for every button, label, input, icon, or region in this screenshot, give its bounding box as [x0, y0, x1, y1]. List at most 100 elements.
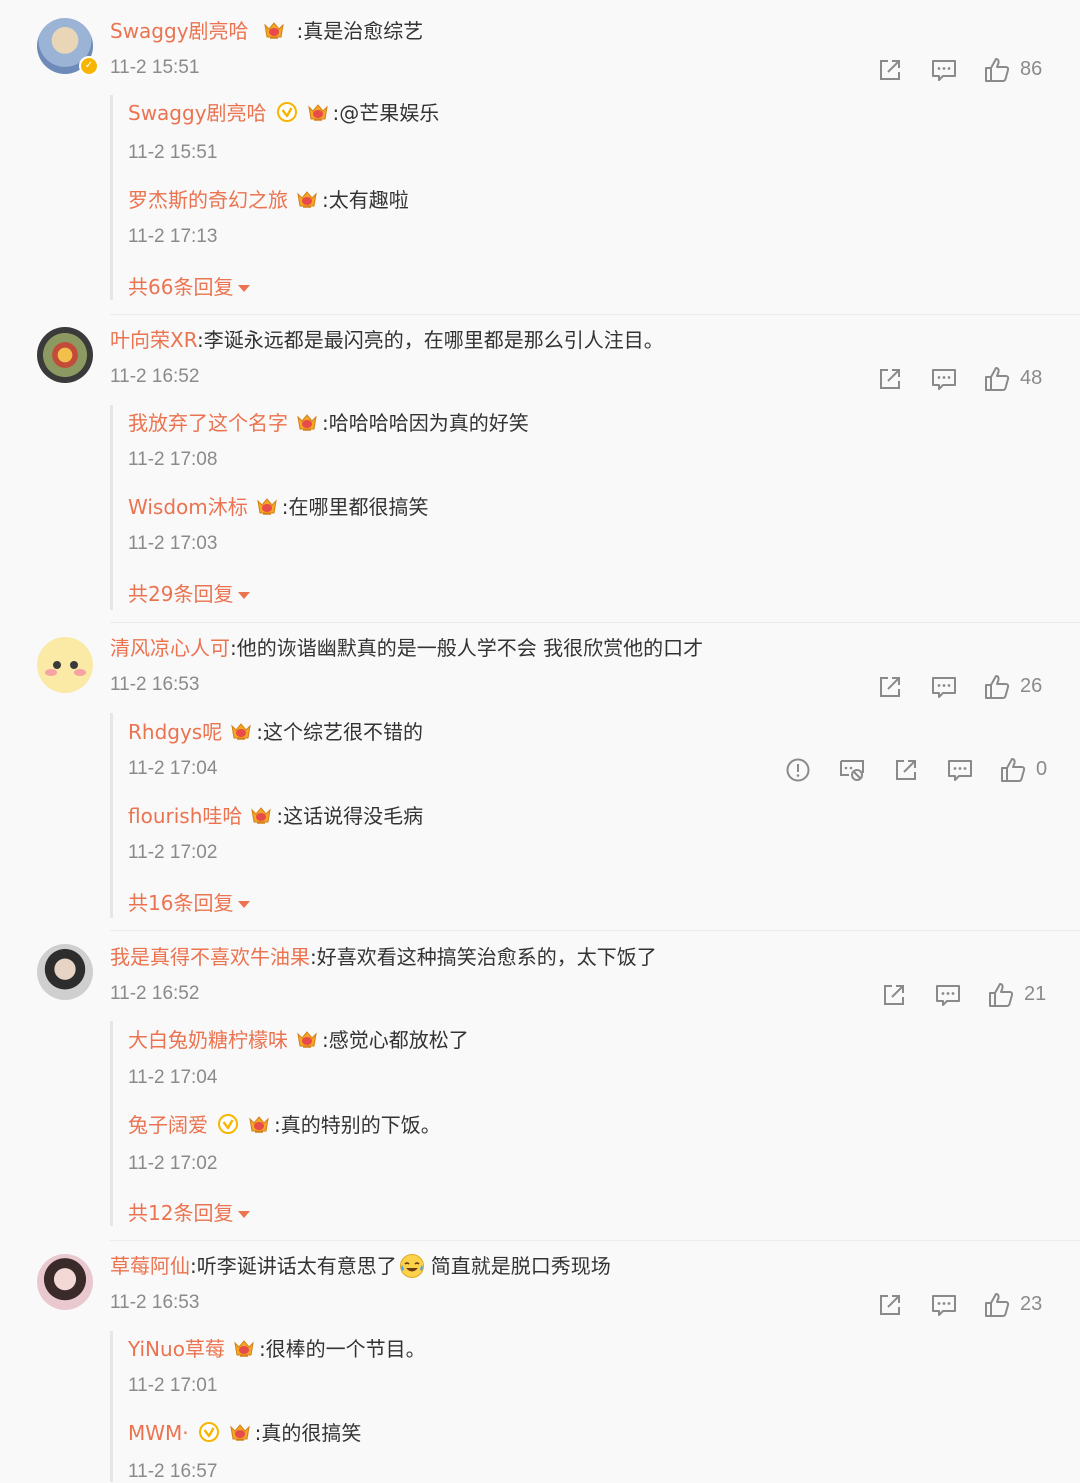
reply-list: YiNuo草莓:很棒的一个节目。 11-2 17:01 MWM·:真的很搞笑 1…	[110, 1331, 426, 1482]
reply-line: MWM· :真的很搞笑	[128, 1419, 361, 1447]
username[interactable]: 大白兔奶糖柠檬味	[128, 1028, 288, 1052]
comment-text: :好喜欢看这种搞笑治愈系的，太下饭了	[310, 945, 657, 969]
username[interactable]: 罗杰斯的奇幻之旅	[128, 188, 288, 212]
username[interactable]: MWM·	[128, 1421, 189, 1445]
username[interactable]: Swaggy剧亮哈	[128, 101, 267, 125]
more-replies-link[interactable]: 共29条回复	[128, 578, 251, 607]
username[interactable]: 草莓阿仙	[110, 1254, 190, 1278]
crown-badge-icon	[230, 722, 252, 742]
username[interactable]: Swaggy剧亮哈	[110, 19, 249, 43]
comment-text: :他的诙谐幽默真的是一般人学不会 我很欣赏他的口才	[230, 636, 704, 660]
avatar[interactable]	[37, 327, 93, 383]
share-icon[interactable]	[876, 56, 904, 84]
comment-icon[interactable]	[930, 56, 958, 84]
comment-icon[interactable]	[930, 673, 958, 701]
comment-line: 清风凉心人可:他的诙谐幽默真的是一般人学不会 我很欣赏他的口才	[110, 634, 703, 662]
comment-text: 简直就是脱口秀现场	[430, 1254, 611, 1278]
like-count: 0	[1036, 758, 1048, 780]
comment-time: 11-2 16:52	[110, 983, 200, 1004]
reply-list: Rhdgys呢:这个综艺很不错的 11-2 17:04 0 flourish哇哈…	[110, 713, 1047, 918]
avatar[interactable]	[37, 944, 93, 1000]
avatar[interactable]	[37, 1254, 93, 1310]
username[interactable]: YiNuo草莓	[128, 1337, 225, 1361]
report-icon[interactable]	[784, 756, 812, 784]
comment-item: ✓ Swaggy剧亮哈:真是治愈综艺 11-2 15:51 86 Swaggy剧…	[0, 0, 1080, 315]
chevron-down-icon	[238, 592, 251, 599]
more-replies-link[interactable]: 共12条回复	[128, 1197, 251, 1226]
avatar[interactable]	[37, 637, 93, 693]
crown-badge-icon	[296, 190, 318, 210]
like-icon[interactable]	[983, 673, 1011, 701]
comment-text: :真是治愈综艺	[296, 19, 424, 43]
reply-time: 11-2 17:02	[128, 842, 218, 863]
comment-item: 我是真得不喜欢牛油果:好喜欢看这种搞笑治愈系的，太下饭了 11-2 16:52 …	[0, 931, 1080, 1241]
comment-icon[interactable]	[930, 365, 958, 393]
verified-badge-icon: ✓	[79, 56, 99, 76]
comment-icon[interactable]	[930, 1291, 958, 1319]
username[interactable]: 叶向荣XR	[110, 328, 197, 352]
reply-text: :感觉心都放松了	[322, 1028, 469, 1052]
like-icon[interactable]	[983, 365, 1011, 393]
more-replies-link[interactable]: 共16条回复	[128, 887, 251, 916]
username[interactable]: 我是真得不喜欢牛油果	[110, 945, 310, 969]
reply-text: :真的很搞笑	[254, 1421, 362, 1445]
username[interactable]: flourish哇哈	[128, 804, 242, 828]
crown-badge-icon	[296, 1030, 318, 1050]
verified-icon	[199, 1422, 219, 1442]
comment-text: :听李诞讲话太有意思了	[190, 1254, 397, 1278]
like-count: 26	[1020, 675, 1043, 697]
more-replies-link[interactable]: 共66条回复	[128, 271, 251, 300]
username[interactable]: Rhdgys呢	[128, 720, 222, 744]
crown-badge-icon	[250, 806, 272, 826]
username[interactable]: 兔子阔爱	[128, 1113, 208, 1137]
like-icon[interactable]	[983, 56, 1011, 84]
reply-time: 11-2 16:57	[128, 1461, 218, 1482]
crown-badge-icon	[248, 1115, 270, 1135]
reply-text: :在哪里都很搞笑	[281, 495, 429, 519]
share-icon[interactable]	[880, 981, 908, 1009]
block-icon[interactable]	[838, 756, 866, 784]
comment-actions: 26	[876, 673, 1076, 701]
crown-badge-icon	[296, 413, 318, 433]
reply-text: :这个综艺很不错的	[256, 720, 423, 744]
chevron-down-icon	[238, 1211, 251, 1218]
reply-text: :这话说得没毛病	[276, 804, 424, 828]
like-icon[interactable]	[999, 756, 1027, 784]
crown-badge-icon	[229, 1423, 251, 1443]
share-icon[interactable]	[876, 673, 904, 701]
comment-icon[interactable]	[946, 756, 974, 784]
crown-badge-icon	[256, 497, 278, 517]
username[interactable]: 我放弃了这个名字	[128, 411, 288, 435]
crown-badge-icon	[233, 1339, 255, 1359]
reply-line: 兔子阔爱 :真的特别的下饭。	[128, 1111, 441, 1139]
comment-icon[interactable]	[934, 981, 962, 1009]
chevron-down-icon	[238, 285, 251, 292]
reply-line: 罗杰斯的奇幻之旅:太有趣啦	[128, 186, 409, 214]
like-icon[interactable]	[987, 981, 1015, 1009]
share-icon[interactable]	[892, 756, 920, 784]
reply-line: flourish哇哈 :这话说得没毛病	[128, 802, 423, 830]
like-count: 23	[1020, 1293, 1043, 1315]
like-count: 48	[1020, 367, 1043, 389]
comment-line: 我是真得不喜欢牛油果:好喜欢看这种搞笑治愈系的，太下饭了	[110, 943, 657, 971]
reply-line: Swaggy剧亮哈:@芒果娱乐	[128, 99, 439, 127]
username[interactable]: Wisdom沐标	[128, 495, 248, 519]
username[interactable]: 清风凉心人可	[110, 636, 230, 660]
reply-line: 大白兔奶糖柠檬味 :感觉心都放松了	[128, 1026, 469, 1054]
reply-actions: 0	[784, 756, 1054, 784]
share-icon[interactable]	[876, 1291, 904, 1319]
share-icon[interactable]	[876, 365, 904, 393]
verified-icon	[218, 1114, 238, 1134]
comment-time: 11-2 16:53	[110, 1292, 200, 1313]
comment-line: Swaggy剧亮哈 :真是治愈综艺	[110, 17, 423, 45]
like-icon[interactable]	[983, 1291, 1011, 1319]
reply-text: :真的特别的下饭。	[274, 1113, 441, 1137]
comment-line: 草莓阿仙:听李诞讲话太有意思了 简直就是脱口秀现场	[110, 1252, 611, 1280]
comment-item: 草莓阿仙:听李诞讲话太有意思了 简直就是脱口秀现场 11-2 16:53 23 Y…	[0, 1241, 1080, 1482]
reply-time: 11-2 17:01	[128, 1375, 218, 1396]
comment-actions: 21	[880, 981, 1080, 1009]
comment-item: 叶向荣XR:李诞永远都是最闪亮的，在哪里都是那么引人注目。 11-2 16:52…	[0, 315, 1080, 623]
comment-actions: 23	[876, 1291, 1076, 1319]
reply-line: Rhdgys呢 :这个综艺很不错的	[128, 718, 423, 746]
laugh-cry-emoji	[399, 1254, 424, 1278]
